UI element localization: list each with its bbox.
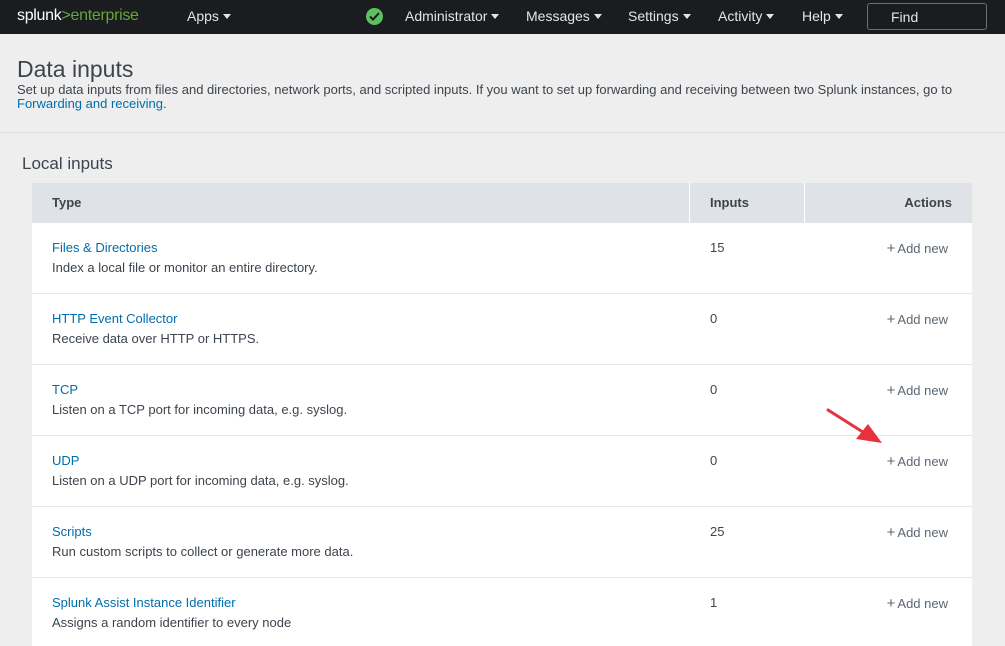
plus-icon: + xyxy=(886,240,896,257)
input-type-link[interactable]: Splunk Assist Instance Identifier xyxy=(52,595,236,610)
input-count: 25 xyxy=(710,524,725,539)
logo-product: enterprise xyxy=(70,7,139,24)
input-type-description: Receive data over HTTP or HTTPS. xyxy=(52,331,260,346)
settings-menu[interactable]: Settings xyxy=(628,8,691,24)
splunk-logo[interactable]: splunk>enterprise xyxy=(17,7,139,25)
messages-menu-label: Messages xyxy=(526,8,590,24)
input-count: 1 xyxy=(710,595,718,610)
plus-icon: + xyxy=(886,524,896,541)
input-count: 0 xyxy=(710,382,718,397)
top-navigation-bar: splunk>enterprise Apps Administrator Mes… xyxy=(0,0,1005,34)
add-new-button[interactable]: + Add new xyxy=(887,382,948,399)
apps-menu-label: Apps xyxy=(187,8,219,24)
help-menu-label: Help xyxy=(802,8,831,24)
input-type-description: Index a local file or monitor an entire … xyxy=(52,260,318,275)
page-description: Set up data inputs from files and direct… xyxy=(17,83,1005,111)
add-new-label: Add new xyxy=(897,383,948,398)
apps-menu[interactable]: Apps xyxy=(187,8,231,24)
table-row: HTTP Event Collector Receive data over H… xyxy=(32,294,972,365)
chevron-down-icon xyxy=(834,14,843,19)
activity-menu-label: Activity xyxy=(718,8,763,24)
page-header: Data inputs Set up data inputs from file… xyxy=(0,34,1005,133)
input-type-description: Assigns a random identifier to every nod… xyxy=(52,615,292,630)
add-new-button[interactable]: + Add new xyxy=(887,453,948,470)
input-type-link[interactable]: UDP xyxy=(52,453,79,468)
table-row: Splunk Assist Instance Identifier Assign… xyxy=(32,578,972,646)
add-new-label: Add new xyxy=(897,454,948,469)
chevron-down-icon xyxy=(682,14,691,19)
table-row: Files & Directories Index a local file o… xyxy=(32,223,972,294)
add-new-label: Add new xyxy=(897,596,948,611)
column-header-type[interactable]: Type xyxy=(32,183,690,223)
page-title: Data inputs xyxy=(17,56,134,82)
logo-chevron: > xyxy=(61,7,71,24)
add-new-label: Add new xyxy=(897,312,948,327)
add-new-button[interactable]: + Add new xyxy=(887,311,948,328)
add-new-button[interactable]: + Add new xyxy=(887,595,948,612)
input-count: 0 xyxy=(710,453,718,468)
input-type-description: Listen on a UDP port for incoming data, … xyxy=(52,473,349,488)
column-header-inputs[interactable]: Inputs xyxy=(690,183,805,223)
messages-menu[interactable]: Messages xyxy=(526,8,602,24)
column-header-actions: Actions xyxy=(904,195,952,210)
input-type-link[interactable]: Files & Directories xyxy=(52,240,157,255)
chevron-down-icon xyxy=(766,14,775,19)
administrator-menu[interactable]: Administrator xyxy=(405,8,500,24)
activity-menu[interactable]: Activity xyxy=(718,8,775,24)
input-type-description: Run custom scripts to collect or generat… xyxy=(52,544,354,559)
annotation-arrow-icon xyxy=(826,408,882,443)
chevron-down-icon xyxy=(222,14,231,19)
add-new-button[interactable]: + Add new xyxy=(887,240,948,257)
plus-icon: + xyxy=(886,311,896,328)
table-row: Scripts Run custom scripts to collect or… xyxy=(32,507,972,578)
check-circle-icon[interactable] xyxy=(366,8,383,25)
input-type-link[interactable]: Scripts xyxy=(52,524,92,539)
add-new-label: Add new xyxy=(897,241,948,256)
chevron-down-icon xyxy=(491,14,500,19)
plus-icon: + xyxy=(886,595,896,612)
chevron-down-icon xyxy=(593,14,602,19)
forwarding-and-receiving-link[interactable]: Forwarding and receiving xyxy=(17,96,163,111)
logo-text: splunk xyxy=(17,7,62,24)
plus-icon: + xyxy=(886,382,896,399)
add-new-button[interactable]: + Add new xyxy=(887,524,948,541)
description-period: . xyxy=(162,96,167,111)
plus-icon: + xyxy=(886,453,896,470)
table-header: Type Inputs Actions xyxy=(32,183,972,223)
section-title: Local inputs xyxy=(22,154,113,173)
administrator-menu-label: Administrator xyxy=(405,8,488,24)
add-new-label: Add new xyxy=(897,525,948,540)
description-text: Set up data inputs from files and direct… xyxy=(17,82,953,97)
input-type-description: Listen on a TCP port for incoming data, … xyxy=(52,402,348,417)
input-type-link[interactable]: TCP xyxy=(52,382,78,397)
input-count: 0 xyxy=(710,311,718,326)
settings-menu-label: Settings xyxy=(628,8,679,24)
input-type-link[interactable]: HTTP Event Collector xyxy=(52,311,177,326)
find-input[interactable]: Find xyxy=(867,3,987,30)
find-placeholder: Find xyxy=(891,9,919,25)
help-menu[interactable]: Help xyxy=(802,8,843,24)
input-count: 15 xyxy=(710,240,725,255)
